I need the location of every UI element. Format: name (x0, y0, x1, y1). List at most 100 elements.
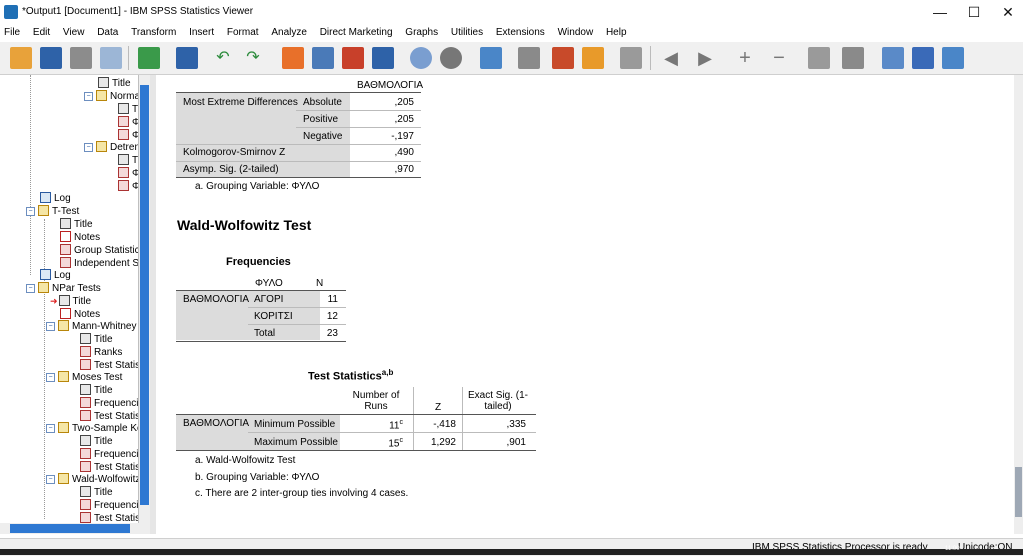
output-vertical-scrollbar[interactable] (1014, 75, 1023, 534)
hide-items-icon[interactable] (842, 47, 864, 69)
book-icon (58, 473, 69, 484)
collapse-toggle-icon[interactable]: − (46, 424, 55, 433)
tree-item-two-sample[interactable]: − Two-Sample Ko (46, 422, 138, 435)
tree-item[interactable]: Title (80, 486, 113, 499)
tree-item-selected[interactable]: ➜ Title (50, 295, 91, 308)
menu-analyze[interactable]: Analyze (271, 24, 307, 42)
table-footnote: a. Wald-Wolfowitz Test (195, 455, 296, 466)
insert-title-icon[interactable] (582, 47, 604, 69)
tree-item-moses-test[interactable]: − Moses Test (46, 371, 122, 384)
tree-item[interactable]: Notes (60, 231, 100, 244)
tree-item[interactable]: T (118, 103, 138, 116)
tree-item[interactable]: Frequencie (80, 499, 138, 512)
designate-window-icon[interactable] (518, 47, 540, 69)
outline-horizontal-scrollbar[interactable] (0, 523, 150, 534)
cell-value: 1,292 (430, 437, 456, 448)
scrollbar-thumb[interactable] (1015, 467, 1022, 517)
promote-icon[interactable]: ◀ (660, 47, 682, 69)
menu-help[interactable]: Help (606, 24, 627, 42)
title-icon (118, 103, 129, 114)
row-label: Positive (303, 114, 339, 125)
title-bar: *Output1 [Document1] - IBM SPSS Statisti… (0, 0, 1023, 24)
close-button[interactable]: ✕ (994, 3, 1022, 21)
minimize-button[interactable]: — (926, 3, 954, 21)
show-all-icon[interactable] (410, 47, 432, 69)
menu-window[interactable]: Window (558, 24, 594, 42)
collapse-toggle-icon[interactable]: − (46, 373, 55, 382)
print-icon[interactable] (70, 47, 92, 69)
menu-view[interactable]: View (63, 24, 85, 42)
menu-file[interactable]: File (4, 24, 20, 42)
collapse-toggle-icon[interactable]: − (84, 92, 93, 101)
tree-item[interactable]: Title (80, 333, 113, 346)
goto-variable-icon[interactable] (342, 47, 364, 69)
menu-format[interactable]: Format (227, 24, 259, 42)
scrollbar-thumb[interactable] (140, 85, 149, 505)
menu-direct-marketing[interactable]: Direct Marketing (320, 24, 393, 42)
tree-item[interactable]: Φ (118, 180, 138, 193)
tree-item[interactable]: Frequencie (80, 448, 138, 461)
scrollbar-thumb[interactable] (10, 524, 130, 533)
menu-data[interactable]: Data (97, 24, 118, 42)
maximize-button[interactable]: ☐ (960, 3, 988, 21)
tree-item-log[interactable]: Log (40, 192, 71, 205)
variables-icon[interactable] (372, 47, 394, 69)
undo-icon[interactable]: ↶ (212, 47, 234, 69)
tree-item[interactable]: Title (80, 435, 113, 448)
goto-case-icon[interactable] (312, 47, 334, 69)
tree-item[interactable]: T (118, 154, 138, 167)
tree-item[interactable]: Group Statistics (60, 244, 138, 257)
tree-item[interactable]: Title (80, 384, 113, 397)
tree-item[interactable]: Title (98, 77, 131, 90)
menu-graphs[interactable]: Graphs (405, 24, 438, 42)
tree-item-t-test[interactable]: − T-Test (26, 205, 79, 218)
redo-icon[interactable]: ↷ (242, 47, 264, 69)
show-icon[interactable] (808, 47, 830, 69)
save-icon[interactable] (40, 47, 62, 69)
collapse-icon[interactable]: − (768, 47, 790, 69)
cell-value: ,205 (394, 114, 414, 125)
collapse-toggle-icon[interactable]: − (26, 284, 35, 293)
tree-item-log[interactable]: Log (40, 269, 71, 282)
menu-edit[interactable]: Edit (33, 24, 50, 42)
tree-item-wald-wolfowitz[interactable]: − Wald-Wolfowitz (46, 473, 138, 486)
collapse-toggle-icon[interactable]: − (46, 475, 55, 484)
paste-icon[interactable] (942, 47, 964, 69)
insert-text-icon[interactable] (620, 47, 642, 69)
demote-icon[interactable]: ▶ (694, 47, 716, 69)
collapse-toggle-icon[interactable]: − (26, 207, 35, 216)
tree-item[interactable]: Φ (118, 167, 138, 180)
copy-icon[interactable] (912, 47, 934, 69)
expand-icon[interactable]: + (734, 47, 756, 69)
row-label: Kolmogorov-Smirnov Z (183, 147, 286, 158)
hide-icon[interactable] (440, 47, 462, 69)
tree-item[interactable]: Ranks (80, 346, 122, 359)
export-icon[interactable] (138, 47, 160, 69)
menu-insert[interactable]: Insert (189, 24, 214, 42)
menu-transform[interactable]: Transform (131, 24, 176, 42)
outline-vertical-scrollbar[interactable] (139, 75, 150, 523)
current-item-arrow-icon: ➜ (50, 296, 58, 306)
tree-item[interactable]: Test Statis (80, 512, 138, 523)
tree-item[interactable]: − Norma (84, 90, 138, 103)
tree-item[interactable]: Frequencie (80, 397, 138, 410)
tree-item[interactable]: Title (60, 218, 93, 231)
menu-utilities[interactable]: Utilities (451, 24, 483, 42)
tree-item-mann-whitney[interactable]: − Mann-Whitney T (46, 320, 138, 333)
collapse-toggle-icon[interactable]: − (84, 143, 93, 152)
tree-item[interactable]: − Detren (84, 141, 138, 154)
recall-dialog-icon[interactable] (176, 47, 198, 69)
tree-item[interactable]: Independent Sa (60, 257, 138, 270)
menu-extensions[interactable]: Extensions (496, 24, 545, 42)
pivot-icon[interactable] (882, 47, 904, 69)
open-icon[interactable] (10, 47, 32, 69)
column-header: ΦΥΛΟ (255, 278, 283, 289)
split-file-icon[interactable] (480, 47, 502, 69)
goto-data-icon[interactable] (282, 47, 304, 69)
print-preview-icon[interactable] (100, 47, 122, 69)
column-header-z: Z (434, 402, 442, 413)
tree-item-npar-tests[interactable]: − NPar Tests (26, 282, 101, 295)
collapse-toggle-icon[interactable]: − (46, 322, 55, 331)
tree-item[interactable]: Φ (118, 116, 138, 129)
insert-heading-icon[interactable] (552, 47, 574, 69)
